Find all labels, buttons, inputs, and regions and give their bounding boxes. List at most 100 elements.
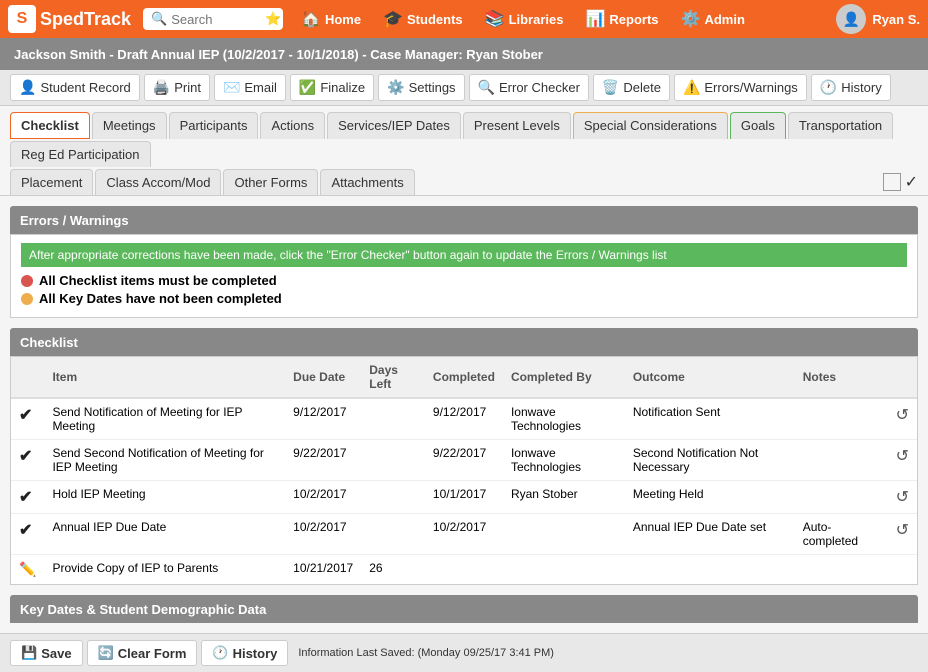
tab-class-accom-mod[interactable]: Class Accom/Mod xyxy=(95,169,221,195)
errors-message: After appropriate corrections have been … xyxy=(21,243,907,267)
checklist-body: Item Due Date Days Left Completed Comple… xyxy=(10,356,918,585)
error-checker-button[interactable]: 🔍 Error Checker xyxy=(469,74,589,101)
row2-outcome: Second Notification Not Necessary xyxy=(625,440,795,481)
checklist-table: Item Due Date Days Left Completed Comple… xyxy=(11,357,917,584)
row1-completed-by: Ionwave Technologies xyxy=(503,398,625,440)
save-button[interactable]: 💾 Save xyxy=(10,640,83,666)
nav-reports-label: Reports xyxy=(609,12,658,27)
nav-admin-label: Admin xyxy=(704,12,744,27)
tab-meetings[interactable]: Meetings xyxy=(92,112,167,139)
row3-days-left xyxy=(361,481,425,514)
row4-completed-by xyxy=(503,514,625,555)
row3-action[interactable]: ↺ xyxy=(888,481,917,514)
row1-action[interactable]: ↺ xyxy=(888,398,917,440)
logo-area: S SpedTrack xyxy=(8,5,131,33)
nav-home[interactable]: 🏠 Home xyxy=(291,5,371,33)
error-item-2: All Key Dates have not been completed xyxy=(21,291,907,306)
row2-completed: 9/22/2017 xyxy=(425,440,503,481)
col-actions xyxy=(888,357,917,398)
top-navigation: S SpedTrack 🔍 ⭐ 🏠 Home 🎓 Students 📚 Libr… xyxy=(0,0,928,38)
search-input[interactable] xyxy=(171,12,261,27)
clear-form-label: Clear Form xyxy=(118,646,187,661)
keydates-title: Key Dates & Student Demographic Data xyxy=(20,602,266,617)
tab-attachments[interactable]: Attachments xyxy=(320,169,414,195)
settings-button[interactable]: ⚙️ Settings xyxy=(378,74,464,101)
history-bottom-label: History xyxy=(233,646,278,661)
row3-completed: 10/1/2017 xyxy=(425,481,503,514)
row1-outcome: Notification Sent xyxy=(625,398,795,440)
tab-present-levels[interactable]: Present Levels xyxy=(463,112,571,139)
row1-refresh-button[interactable]: ↺ xyxy=(896,405,909,425)
delete-button[interactable]: 🗑️ Delete xyxy=(593,74,670,101)
tab-actions[interactable]: Actions xyxy=(260,112,325,139)
home-icon: 🏠 xyxy=(301,9,321,29)
print-icon: 🖨️ xyxy=(153,79,170,96)
nav-students[interactable]: 🎓 Students xyxy=(373,5,473,33)
nav-reports[interactable]: 📊 Reports xyxy=(575,5,668,33)
search-icon: 🔍 xyxy=(151,11,167,27)
yellow-dot-icon xyxy=(21,293,33,305)
clear-form-button[interactable]: 🔄 Clear Form xyxy=(87,640,198,666)
last-saved-info: Information Last Saved: (Monday 09/25/17… xyxy=(292,644,560,662)
table-row: ✔ Send Second Notification of Meeting fo… xyxy=(11,440,917,481)
col-due-date: Due Date xyxy=(285,357,361,398)
tab-transportation[interactable]: Transportation xyxy=(788,112,893,139)
tab-participants[interactable]: Participants xyxy=(169,112,259,139)
tab-other-forms[interactable]: Other Forms xyxy=(223,169,318,195)
history-bottom-icon: 🕐 xyxy=(212,645,228,661)
row4-item: Annual IEP Due Date xyxy=(44,514,285,555)
tab-goals[interactable]: Goals xyxy=(730,112,786,139)
history-button[interactable]: 🕐 History xyxy=(811,74,891,101)
user-area[interactable]: 👤 Ryan S. xyxy=(836,4,920,34)
errors-warnings-button[interactable]: ⚠️ Errors/Warnings xyxy=(674,74,807,101)
row2-action[interactable]: ↺ xyxy=(888,440,917,481)
settings-icon: ⚙️ xyxy=(387,79,404,96)
tab-special-considerations[interactable]: Special Considerations xyxy=(573,112,728,139)
history-bottom-button[interactable]: 🕐 History xyxy=(201,640,288,666)
tab-placement[interactable]: Placement xyxy=(10,169,93,195)
row4-outcome: Annual IEP Due Date set xyxy=(625,514,795,555)
errors-section-header: Errors / Warnings xyxy=(10,206,918,234)
row4-action[interactable]: ↺ xyxy=(888,514,917,555)
error-item-1: All Checklist items must be completed xyxy=(21,273,907,288)
check-mark-icon: ✔ xyxy=(19,489,32,506)
row2-notes xyxy=(795,440,888,481)
action-bar: 👤 Student Record 🖨️ Print ✉️ Email ✅ Fin… xyxy=(0,70,928,106)
history-icon: 🕐 xyxy=(820,79,837,96)
errors-warnings-section: Errors / Warnings After appropriate corr… xyxy=(10,206,918,318)
row5-days-left: 26 xyxy=(361,555,425,585)
errors-title: Errors / Warnings xyxy=(20,213,129,228)
row2-days-left xyxy=(361,440,425,481)
finalize-button[interactable]: ✅ Finalize xyxy=(290,74,374,101)
tab-checklist[interactable]: Checklist xyxy=(10,112,90,139)
email-button[interactable]: ✉️ Email xyxy=(214,74,286,101)
checkbox-icon[interactable] xyxy=(883,173,901,191)
row3-refresh-button[interactable]: ↺ xyxy=(896,487,909,507)
row1-due-date: 9/12/2017 xyxy=(285,398,361,440)
row5-outcome xyxy=(625,555,795,585)
row4-refresh-button[interactable]: ↺ xyxy=(896,520,909,540)
nav-libraries[interactable]: 📚 Libraries xyxy=(475,5,574,33)
keydates-header: Key Dates & Student Demographic Data xyxy=(10,595,918,623)
history-label: History xyxy=(841,80,881,95)
finalize-icon: ✅ xyxy=(299,79,316,96)
tab-reg-ed[interactable]: Reg Ed Participation xyxy=(10,141,151,167)
search-box[interactable]: 🔍 ⭐ xyxy=(143,8,283,30)
row5-status: ✏️ xyxy=(11,555,44,585)
row2-refresh-button[interactable]: ↺ xyxy=(896,446,909,466)
delete-label: Delete xyxy=(623,80,661,95)
student-record-button[interactable]: 👤 Student Record xyxy=(10,74,140,101)
settings-label: Settings xyxy=(409,80,456,95)
tab-services-iep-dates[interactable]: Services/IEP Dates xyxy=(327,112,461,139)
errors-body: After appropriate corrections have been … xyxy=(10,234,918,318)
row1-days-left xyxy=(361,398,425,440)
checklist-title: Checklist xyxy=(20,335,78,350)
table-row: ✔ Hold IEP Meeting 10/2/2017 10/1/2017 R… xyxy=(11,481,917,514)
nav-admin[interactable]: ⚙️ Admin xyxy=(671,5,755,33)
row4-due-date: 10/2/2017 xyxy=(285,514,361,555)
row1-completed: 9/12/2017 xyxy=(425,398,503,440)
col-days-left: Days Left xyxy=(361,357,425,398)
print-button[interactable]: 🖨️ Print xyxy=(144,74,210,101)
checkmark-icon: ✓ xyxy=(905,172,918,192)
admin-icon: ⚙️ xyxy=(681,9,701,29)
